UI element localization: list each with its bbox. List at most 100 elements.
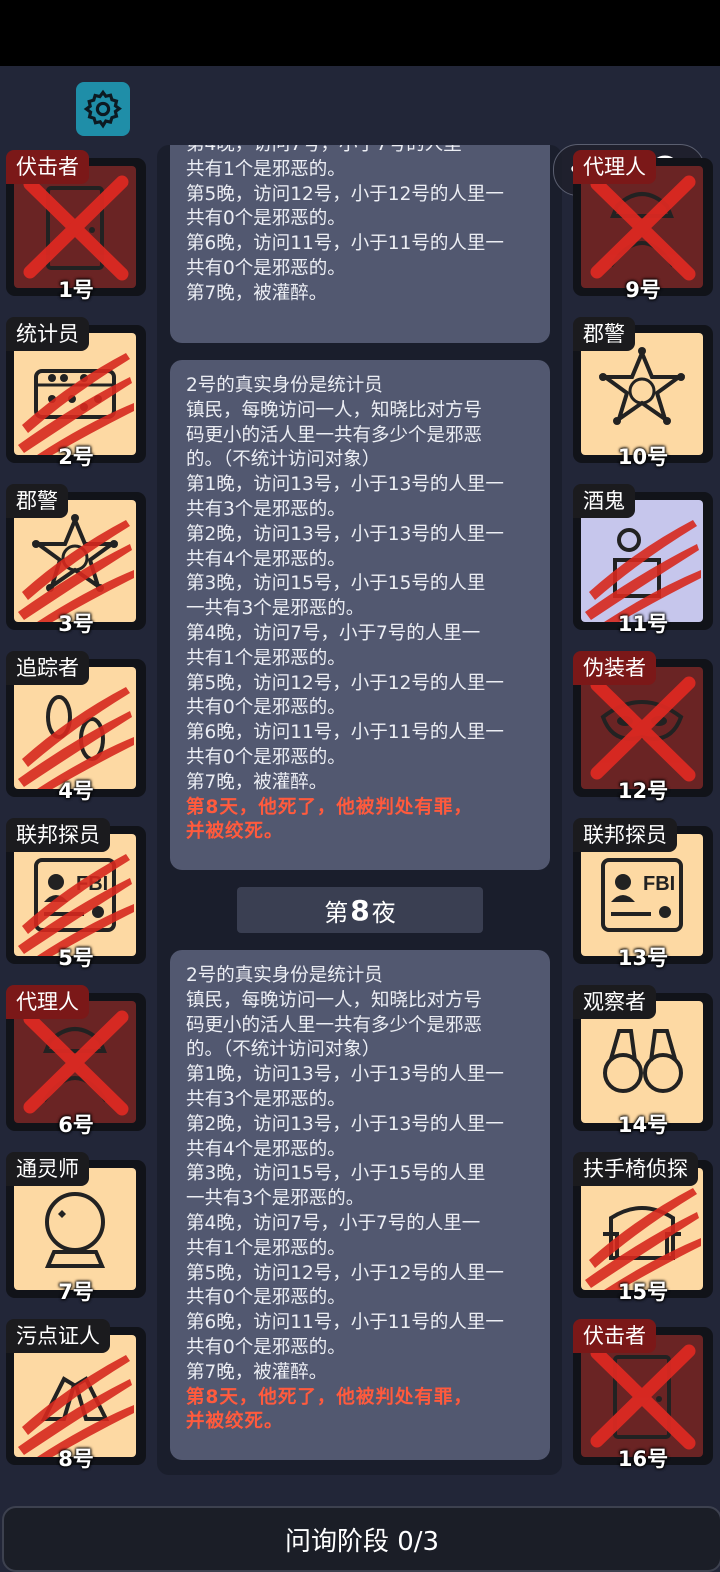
message-line: 第4晚，访问7号，小于7号的人里一 [186, 1212, 481, 1234]
card-face [581, 1001, 703, 1123]
role-tag: 通灵师 [6, 1152, 89, 1186]
player-seat[interactable]: 伏击者 1号 [6, 150, 146, 302]
message-line: 共有4个是邪恶的。 [186, 548, 346, 570]
message-line: 第3晚，访问15号，小于15号的人里 [186, 1163, 486, 1185]
role-tag: 郡警 [573, 317, 635, 351]
card-face [14, 667, 136, 789]
player-number: 12号 [617, 779, 669, 803]
message-line: 共有1个是邪恶的。 [186, 647, 346, 669]
crystal-ball-icon [44, 1192, 106, 1268]
player-seat[interactable]: 郡警 10号 [573, 317, 713, 469]
message-line: 共有3个是邪恶的。 [186, 1088, 346, 1110]
player-number: 13号 [617, 946, 669, 970]
message-line: 共有0个是邪恶的。 [186, 697, 346, 719]
phase-bar[interactable]: 问询阶段 0/3 [2, 1506, 720, 1572]
message-line: 共有0个是邪恶的。 [186, 1336, 346, 1358]
message-line: 镇民，每晚访问一人，知晓比对方号 [186, 989, 483, 1011]
role-tag: 联邦探员 [6, 818, 110, 852]
player-number: 2号 [58, 445, 94, 469]
player-seat[interactable]: 代理人 9号 [573, 150, 713, 302]
message-line: 镇民，每晚访问一人，知晓比对方号 [186, 399, 483, 421]
player-seat[interactable]: 代理人 6号 [6, 985, 146, 1137]
settings-button[interactable] [76, 82, 130, 136]
dead-cross-icon [23, 175, 129, 281]
player-number: 7号 [58, 1280, 94, 1304]
night-suffix: 夜 [371, 898, 396, 927]
message-card-night8: 2号的真实身份是统计员镇民，每晚访问一人，知晓比对方号 码更小的活人里一共有多少个… [170, 950, 550, 1460]
binoculars-icon [603, 1029, 683, 1093]
player-number: 10号 [617, 445, 669, 469]
message-line: 第6晚，访问11号，小于11号的人里一 [186, 1312, 504, 1334]
player-number: 6号 [58, 1113, 94, 1137]
death-notice-line: 并被绞死。 [186, 1411, 284, 1433]
card-face [581, 166, 703, 288]
player-number: 5号 [58, 946, 94, 970]
message-line: 第6晚，访问11号，小于11号的人里一 [186, 233, 504, 255]
card-face [14, 1168, 136, 1290]
player-seat[interactable]: 追踪者 4号 [6, 651, 146, 803]
role-tag: 伪装者 [573, 651, 656, 685]
message-line: 共有3个是邪恶的。 [186, 498, 346, 520]
message-line: 共有1个是邪恶的。 [186, 158, 346, 180]
message-line: 一共有3个是邪恶的。 [186, 598, 365, 620]
message-line: 第2晚，访问13号，小于13号的人里一 [186, 523, 504, 545]
night-number: 8 [350, 893, 370, 927]
claw-mark-icon [585, 1188, 701, 1290]
player-seat[interactable]: 酒鬼 11号 [573, 484, 713, 636]
message-line: 的。（不统计访问对象） [186, 1039, 381, 1061]
player-seat[interactable]: FBI联邦探员 5号 [6, 818, 146, 970]
player-seat[interactable]: 污点证人 8号 [6, 1319, 146, 1471]
player-number: 1号 [58, 278, 94, 302]
message-log[interactable]: 第4晚，访问7号，小于7号的人里一共有1个是邪恶的。第5晚，访问12号，小于12… [157, 145, 562, 1475]
player-seat[interactable]: 统计员 2号 [6, 317, 146, 469]
player-seat[interactable]: 郡警 3号 [6, 484, 146, 636]
claw-mark-icon [18, 353, 134, 455]
death-notice-line: 并被绞死。 [186, 821, 284, 843]
message-line: 的。（不统计访问对象） [186, 449, 381, 471]
player-seat[interactable]: 伏击者 16号 [573, 1319, 713, 1471]
gear-icon [83, 89, 122, 129]
sheriff-star-icon [598, 347, 686, 425]
player-number: 9号 [625, 278, 661, 302]
message-line: 2号的真实身份是统计员 [186, 965, 383, 986]
role-tag: 扶手椅侦探 [573, 1152, 698, 1186]
death-notice-line: 第8天，他死了，他被判处有罪， [186, 1386, 473, 1408]
message-line: 第5晚，访问12号，小于12号的人里一 [186, 183, 504, 205]
card-face [14, 333, 136, 455]
claw-mark-icon [18, 520, 134, 622]
role-tag: 酒鬼 [573, 484, 635, 518]
message-line: 第1晚，访问13号，小于13号的人里一 [186, 1064, 504, 1086]
message-line: 第7晚，被灌醉。 [186, 282, 328, 304]
player-number: 11号 [617, 612, 669, 636]
message-line: 第7晚，被灌醉。 [186, 1361, 328, 1383]
message-line: 共有1个是邪恶的。 [186, 1237, 346, 1259]
role-tag: 郡警 [6, 484, 68, 518]
card-face [581, 1335, 703, 1457]
svg-text:FBI: FBI [643, 873, 675, 895]
fbi-badge-icon: FBI [601, 858, 683, 932]
card-face [581, 1168, 703, 1290]
claw-mark-icon [18, 687, 134, 789]
message-card-partial: 第4晚，访问7号，小于7号的人里一共有1个是邪恶的。第5晚，访问12号，小于12… [170, 145, 550, 343]
player-seat[interactable]: 扶手椅侦探 15号 [573, 1152, 713, 1304]
message-line: 共有0个是邪恶的。 [186, 746, 346, 768]
player-number: 14号 [617, 1113, 669, 1137]
card-face [14, 500, 136, 622]
player-number: 4号 [58, 779, 94, 803]
role-tag: 观察者 [573, 985, 656, 1019]
card-face: FBI [581, 834, 703, 956]
night-divider: 第8夜 [237, 887, 483, 933]
claw-mark-icon [18, 854, 134, 956]
message-line: 共有4个是邪恶的。 [186, 1138, 346, 1160]
dead-cross-icon [590, 676, 696, 782]
player-seat[interactable]: 通灵师 7号 [6, 1152, 146, 1304]
player-seat[interactable]: FBI 联邦探员 13号 [573, 818, 713, 970]
message-line: 第7晚，被灌醉。 [186, 771, 328, 793]
message-line: 码更小的活人里一共有多少个是邪恶 [186, 1014, 483, 1036]
card-face [581, 667, 703, 789]
player-seat[interactable]: 伪装者 12号 [573, 651, 713, 803]
player-seat[interactable]: 观察者 14号 [573, 985, 713, 1137]
player-number: 3号 [58, 612, 94, 636]
message-line: 共有0个是邪恶的。 [186, 1287, 346, 1309]
message-card-night7: 2号的真实身份是统计员 镇民，每晚访问一人，知晓比对方号 码更小的活人里一共有多少个… [170, 360, 550, 870]
